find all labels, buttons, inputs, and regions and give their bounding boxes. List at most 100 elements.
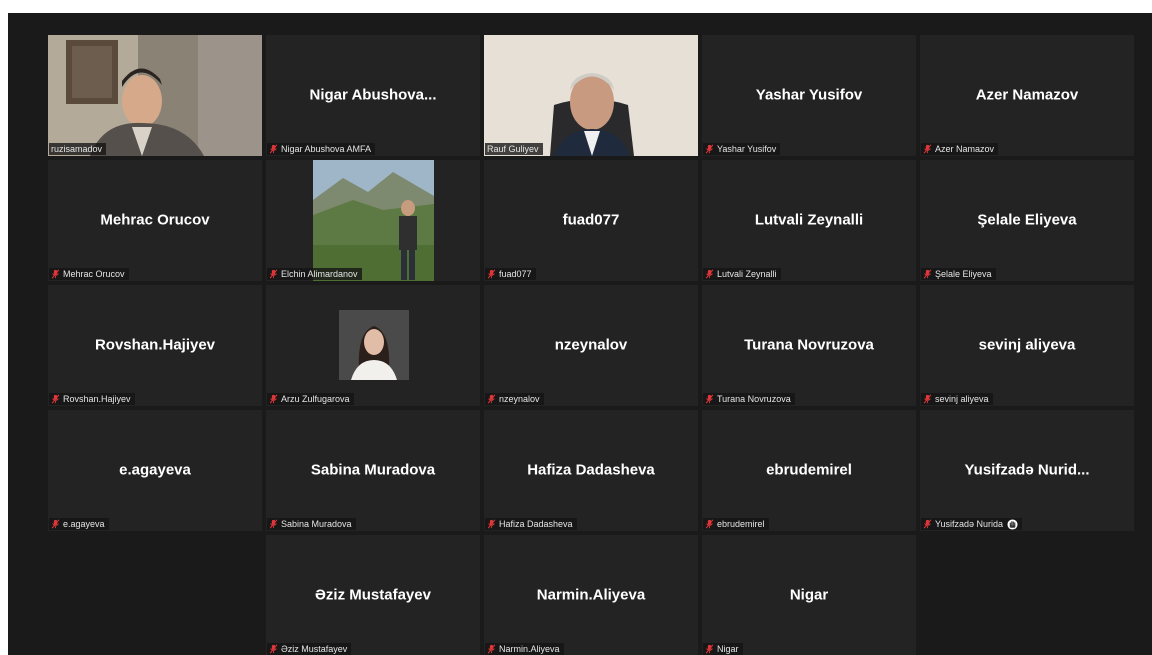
participant-label-text: Arzu Zulfugarova: [281, 394, 350, 404]
participant-label-text: fuad077: [499, 269, 532, 279]
participant-display-name: sevinj aliyeva: [978, 336, 1076, 354]
participant-tile-nigar-abushova[interactable]: Nigar Abushova... Nigar Abushova AMFA: [266, 35, 480, 156]
muted-mic-icon: [269, 394, 278, 404]
video-feed: [313, 160, 434, 281]
muted-mic-icon: [51, 394, 60, 404]
participant-name-label: Mehrac Orucov: [49, 268, 129, 280]
muted-mic-icon: [705, 644, 714, 654]
muted-mic-icon: [923, 519, 932, 529]
participant-tile-hafiza-dadasheva[interactable]: Hafiza Dadasheva Hafiza Dadasheva: [484, 410, 698, 531]
participant-label-text: Elchin Alimardanov: [281, 269, 358, 279]
participant-label-text: ruzisamadov: [51, 144, 103, 154]
participant-tile-lutvali-zeynalli[interactable]: Lutvali Zeynalli Lutvali Zeynalli: [702, 160, 916, 281]
participant-label-text: Yashar Yusifov: [717, 144, 777, 154]
participant-label-text: Lutvali Zeynalli: [717, 269, 777, 279]
participant-label-text: Narmin.Aliyeva: [499, 644, 560, 654]
participant-name-label: Rovshan.Hajiyev: [49, 393, 135, 405]
muted-mic-icon: [705, 394, 714, 404]
participant-tile-nigar[interactable]: Nigar Nigar: [702, 535, 916, 655]
muted-mic-icon: [705, 269, 714, 279]
participant-tile-nzeynalov[interactable]: nzeynalov nzeynalov: [484, 285, 698, 406]
muted-mic-icon: [923, 144, 932, 154]
video-feed: [339, 310, 409, 380]
participant-display-name: Hafiza Dadasheva: [527, 461, 655, 479]
participant-display-name: Turana Novruzova: [744, 336, 874, 354]
participant-name-label: Yusifzadə Nurida: [921, 518, 1023, 530]
participant-label-text: Turana Novruzova: [717, 394, 791, 404]
participant-label-text: Azer Namazov: [935, 144, 995, 154]
participant-tile-fuad077[interactable]: fuad077 fuad077: [484, 160, 698, 281]
meeting-window: ruzisamadov Nigar Abushova... Nigar Abush…: [8, 13, 1152, 655]
participant-name-label: ebrudemirel: [703, 518, 769, 530]
participant-tile-arzu-zulfugarova[interactable]: Arzu Zulfugarova: [266, 285, 480, 406]
muted-mic-icon: [705, 144, 714, 154]
participant-label-text: Mehrac Orucov: [63, 269, 125, 279]
muted-mic-icon: [487, 519, 496, 529]
participant-tile-eziz-mustafayev[interactable]: Əziz Mustafayev Əziz Mustafayev: [266, 535, 480, 655]
participant-display-name: Rovshan.Hajiyev: [94, 336, 216, 354]
participant-display-name: Nigar Abushova...: [309, 86, 437, 104]
video-feed: [48, 35, 262, 156]
participant-display-name: Azer Namazov: [975, 86, 1079, 104]
participant-label-text: Sabina Muradova: [281, 519, 352, 529]
participant-tile-rauf-guliyev[interactable]: Rauf Guliyev: [484, 35, 698, 156]
muted-mic-icon: [487, 394, 496, 404]
participant-display-name: Sabina Muradova: [310, 461, 436, 479]
participant-display-name: Yashar Yusifov: [755, 86, 863, 104]
muted-mic-icon: [705, 519, 714, 529]
participant-tile-narmin-aliyeva[interactable]: Narmin.Aliyeva Narmin.Aliyeva: [484, 535, 698, 655]
participant-display-name: Əziz Mustafayev: [315, 586, 431, 604]
participant-name-label: Nigar Abushova AMFA: [267, 143, 376, 155]
participant-name-label: Turana Novruzova: [703, 393, 795, 405]
participant-name-label: Azer Namazov: [921, 143, 999, 155]
participant-name-label: Rauf Guliyev: [485, 143, 543, 155]
participant-display-name: Mehrac Orucov: [100, 211, 210, 229]
participant-display-name: nzeynalov: [554, 336, 628, 354]
participant-label-text: Rovshan.Hajiyev: [63, 394, 131, 404]
participant-display-name: fuad077: [562, 211, 620, 229]
participant-tile-ebrudemirel[interactable]: ebrudemirel ebrudemirel: [702, 410, 916, 531]
participant-tile-sevinj-aliyeva[interactable]: sevinj aliyeva sevinj aliyeva: [920, 285, 1134, 406]
participant-label-text: Şelale Eliyeva: [935, 269, 992, 279]
participant-display-name: Nigar: [789, 586, 829, 604]
participant-label-text: Hafiza Dadasheva: [499, 519, 573, 529]
participant-tile-mehrac-orucov[interactable]: Mehrac Orucov Mehrac Orucov: [48, 160, 262, 281]
participant-label-text: sevinj aliyeva: [935, 394, 989, 404]
participant-tile-turana-novruzova[interactable]: Turana Novruzova Turana Novruzova: [702, 285, 916, 406]
participant-name-label: ruzisamadov: [49, 143, 107, 155]
participant-tile-sabina-muradova[interactable]: Sabina Muradova Sabina Muradova: [266, 410, 480, 531]
participant-label-text: ebrudemirel: [717, 519, 765, 529]
participant-tile-e-agayeva[interactable]: e.agayeva e.agayeva: [48, 410, 262, 531]
participant-name-label: Şelale Eliyeva: [921, 268, 996, 280]
participant-label-text: Nigar Abushova AMFA: [281, 144, 372, 154]
participant-name-label: sevinj aliyeva: [921, 393, 993, 405]
participant-display-name: Şelale Eliyeva: [977, 211, 1077, 229]
muted-mic-icon: [923, 394, 932, 404]
participant-name-label: Narmin.Aliyeva: [485, 643, 564, 655]
empty-grid-slot: [48, 535, 262, 655]
participant-name-label: Arzu Zulfugarova: [267, 393, 354, 405]
participant-tile-elchin-alimardanov[interactable]: Elchin Alimardanov: [266, 160, 480, 281]
muted-mic-icon: [51, 269, 60, 279]
participant-display-name: Narmin.Aliyeva: [536, 586, 646, 604]
participant-name-label: Elchin Alimardanov: [267, 268, 362, 280]
participant-tile-selale-eliyeva[interactable]: Şelale Eliyeva Şelale Eliyeva: [920, 160, 1134, 281]
participant-display-name: e.agayeva: [119, 461, 191, 479]
participant-tile-yashar-yusifov[interactable]: Yashar Yusifov Yashar Yusifov: [702, 35, 916, 156]
muted-mic-icon: [487, 269, 496, 279]
participant-display-name: Yusifzadə Nurid...: [964, 461, 1090, 479]
raised-hand-icon: [1007, 518, 1018, 530]
participant-tile-ruzisamadov[interactable]: ruzisamadov: [48, 35, 262, 156]
participant-tile-azer-namazov[interactable]: Azer Namazov Azer Namazov: [920, 35, 1134, 156]
participant-label-text: nzeynalov: [499, 394, 540, 404]
participant-name-label: Lutvali Zeynalli: [703, 268, 781, 280]
participant-label-text: Əziz Mustafayev: [281, 644, 348, 654]
participant-tile-yusifzade-nurida[interactable]: Yusifzadə Nurid... Yusifzadə Nurida: [920, 410, 1134, 531]
participant-label-text: Yusifzadə Nurida: [935, 519, 1004, 529]
video-feed: [484, 35, 698, 156]
participant-tile-rovshan-hajiyev[interactable]: Rovshan.Hajiyev Rovshan.Hajiyev: [48, 285, 262, 406]
participant-label-text: Nigar: [717, 644, 739, 654]
participant-name-label: Hafiza Dadasheva: [485, 518, 577, 530]
participant-grid: ruzisamadov Nigar Abushova... Nigar Abush…: [48, 35, 1134, 655]
muted-mic-icon: [487, 644, 496, 654]
